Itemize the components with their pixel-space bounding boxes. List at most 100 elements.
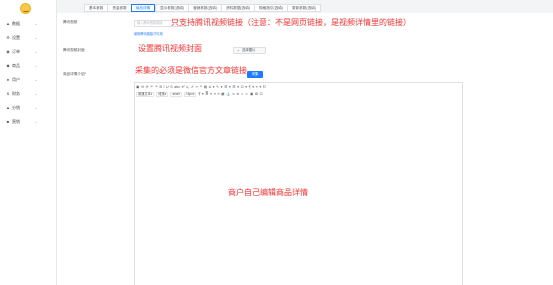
editor-toolbar-button[interactable]: ⟲ bbox=[141, 85, 144, 90]
tab-basic-params[interactable]: 基本参数 bbox=[84, 4, 108, 12]
editor-toolbar-button[interactable]: ⌂ bbox=[241, 92, 243, 97]
chevron-down-icon: ⌄ bbox=[34, 49, 38, 54]
product-icon: ◆ bbox=[6, 63, 10, 68]
editor-toolbar-button[interactable]: ▣ bbox=[136, 85, 139, 90]
cover-annotation: 设置腾讯视频封面 bbox=[138, 44, 202, 53]
font-size-select[interactable]: 16px▾ bbox=[183, 92, 197, 97]
tab-data-params[interactable]: 资料数据(选填) bbox=[221, 4, 255, 12]
video-annotation: 只支持腾讯视频链接（注意：不是网页链接，是视频详情里的链接） bbox=[171, 18, 411, 27]
avatar-face bbox=[23, 10, 29, 12]
finance-icon: $ bbox=[6, 91, 10, 96]
gear-icon: ⚙ bbox=[6, 35, 10, 40]
heading-select[interactable]: 普通文本▾ bbox=[136, 92, 155, 97]
upload-image-button[interactable]: + 选择图片 bbox=[233, 47, 266, 54]
sidebar-item-finance[interactable]: $ 财务 ⌄ bbox=[0, 87, 57, 101]
editor-toolbar-button[interactable]: ▾ bbox=[229, 85, 231, 90]
chevron-down-icon: ⌄ bbox=[34, 63, 38, 68]
sidebar-item-products[interactable]: ◆ 商品 ⌄ bbox=[0, 59, 57, 73]
editor-toolbar-button[interactable]: ▾ bbox=[213, 85, 215, 90]
tab-spec-guide[interactable]: 规格指引(选填) bbox=[254, 4, 287, 12]
sidebar-item-data[interactable]: ▲ 数据 ⌄ bbox=[0, 17, 57, 31]
editor-toolbar-button[interactable]: abc bbox=[174, 85, 180, 90]
editor-toolbar-row-2: 普通文本▾ 段落▾ arial▾ 16px▾ ¶ ▾ ≣ ≡ ≡ ≡ ▦ ⚓ ∞ ⊘ ⌂ ☺ ▣ ⊞ ⊡ bbox=[136, 91, 264, 98]
video-help-link[interactable]: 使用腾讯链接才可用 bbox=[134, 31, 163, 36]
editor-toolbar-button[interactable]: ¶ bbox=[249, 85, 251, 90]
editor-content-area[interactable]: ᵢ 商户自己编辑商品详情 bbox=[138, 101, 461, 284]
upload-button-label: 选择图片 bbox=[242, 48, 256, 52]
editor-toolbar-button[interactable]: ∞ bbox=[232, 92, 235, 97]
editor-toolbar-button[interactable]: ≡ bbox=[210, 92, 212, 97]
editor-toolbar-button[interactable]: ▾ bbox=[259, 85, 261, 90]
chart-icon: ▲ bbox=[6, 21, 10, 26]
collect-annotation: 采集的必须是微信官方文章链接 bbox=[135, 66, 247, 75]
editor-toolbar-button[interactable]: ⊞ bbox=[255, 92, 258, 97]
sidebar-item-settings[interactable]: ⚙ 设置 ⌄ bbox=[0, 31, 57, 45]
sidebar-item-label: 订单 bbox=[12, 49, 20, 54]
editor-toolbar-button[interactable]: ▾ bbox=[221, 85, 223, 90]
chevron-down-icon: ⌄ bbox=[34, 119, 38, 124]
editor-toolbar-button[interactable]: ⚓ bbox=[226, 92, 230, 97]
order-icon: ◉ bbox=[6, 49, 10, 54]
sidebar-item-label: 数据 bbox=[12, 21, 20, 26]
font-family-select[interactable]: arial▾ bbox=[170, 92, 182, 97]
editor-toolbar-button[interactable]: ¶ bbox=[198, 92, 200, 97]
editor-toolbar-button[interactable]: ▦ bbox=[221, 92, 224, 97]
main-content: 基本参数 资金参数 商品详情 显示参数(选填) 营销参数(选填) 资料数据(选填… bbox=[57, 0, 553, 285]
sidebar-item-label: 分销 bbox=[12, 105, 20, 110]
editor-toolbar-button[interactable]: ▾ bbox=[237, 85, 239, 90]
sidebar-item-label: 财务 bbox=[12, 91, 20, 96]
marketing-icon: ■ bbox=[6, 119, 10, 124]
chevron-down-icon: ⌄ bbox=[34, 35, 38, 40]
editor-toolbar-button[interactable]: ⊡ bbox=[241, 85, 244, 90]
editor-toolbar-button[interactable]: ≡ bbox=[214, 92, 216, 97]
editor-toolbar-button[interactable]: ✐ bbox=[191, 85, 194, 90]
editor-toolbar-button[interactable]: ☰ bbox=[224, 85, 227, 90]
paragraph-select[interactable]: 段落▾ bbox=[156, 92, 169, 97]
editor-toolbar-button[interactable]: x₂ bbox=[186, 85, 189, 90]
editor-toolbar-button[interactable]: ▾ bbox=[202, 92, 204, 97]
editor-annotation: 商户自己编辑商品详情 bbox=[228, 188, 308, 197]
editor-toolbar-button[interactable]: ✂ bbox=[196, 85, 199, 90]
sidebar-item-label: 用户 bbox=[12, 77, 20, 82]
editor-toolbar-button[interactable]: ❝ bbox=[200, 85, 202, 90]
editor-toolbar-button[interactable]: ✎ bbox=[216, 85, 219, 90]
sidebar-item-label: 设置 bbox=[12, 35, 20, 40]
editor-toolbar-button[interactable]: ⊡ bbox=[260, 92, 263, 97]
editor-toolbar-button[interactable]: ≡ bbox=[217, 92, 219, 97]
tab-display-params[interactable]: 显示参数(选填) bbox=[155, 4, 189, 12]
editor-toolbar-button[interactable]: x² bbox=[182, 85, 185, 90]
tab-fund-params[interactable]: 资金参数 bbox=[107, 4, 131, 12]
editor-toolbar-button[interactable]: ≣ bbox=[205, 92, 208, 97]
editor-toolbar-button[interactable]: ⊘ bbox=[236, 92, 239, 97]
editor-toolbar-button[interactable]: ▾ bbox=[252, 85, 254, 90]
chevron-down-icon: ⌄ bbox=[34, 91, 38, 96]
editor-toolbar-button[interactable]: ↶ bbox=[150, 85, 153, 90]
editor-toolbar-button[interactable]: ↷ bbox=[155, 85, 158, 90]
editor-toolbar-button[interactable]: ☷ bbox=[263, 85, 266, 90]
sidebar-item-distribution[interactable]: ▲ 分销 ⌄ bbox=[0, 101, 57, 115]
collect-button[interactable]: 采集 bbox=[247, 71, 263, 78]
avatar[interactable] bbox=[20, 3, 31, 14]
sidebar-item-users[interactable]: ● 用户 ⌄ bbox=[0, 73, 57, 87]
editor-toolbar-button[interactable]: ▣ bbox=[250, 92, 253, 97]
editor-toolbar-button[interactable]: A bbox=[209, 85, 211, 90]
sidebar-item-label: 商品 bbox=[12, 63, 20, 68]
sidebar-item-label: 营销 bbox=[12, 119, 20, 124]
tab-update-params[interactable]: 更新参数(选填) bbox=[287, 4, 321, 12]
editor-toolbar-button[interactable]: S bbox=[170, 85, 172, 90]
editor-toolbar-button[interactable]: ▤ bbox=[204, 85, 207, 90]
tab-marketing-params[interactable]: 营销参数(选填) bbox=[188, 4, 222, 12]
chevron-down-icon: ⌄ bbox=[34, 105, 38, 110]
editor-toolbar-button[interactable]: B bbox=[159, 85, 161, 90]
editor-toolbar-button[interactable]: ▾ bbox=[245, 85, 247, 90]
sidebar-item-marketing[interactable]: ■ 营销 ⌄ bbox=[0, 115, 57, 129]
tab-product-detail[interactable]: 商品详情 bbox=[130, 4, 156, 12]
editor-toolbar-button[interactable]: ⟳ bbox=[146, 85, 149, 90]
sidebar-item-orders[interactable]: ◉ 订单 ⌄ bbox=[0, 45, 57, 59]
editor-toolbar-button[interactable]: ☺ bbox=[245, 92, 249, 97]
editor-toolbar-button[interactable]: ☰ bbox=[232, 85, 235, 90]
editor-toolbar-button[interactable]: U bbox=[166, 85, 169, 90]
editor-toolbar-button[interactable]: ≡ bbox=[256, 85, 258, 90]
rich-text-editor: ▣ ⟲ ⟳ ↶ ↷ B I U Sabc x² x₂ ✐ ✂ ❝ ▤ A ▾ ✎ ▾ ☰ ▾ ☰ ▾ ⊡ ▾ ¶ ▾ ≡ ▾ ☷ 普通文本… bbox=[134, 82, 463, 285]
editor-toolbar-button[interactable]: I bbox=[163, 85, 164, 90]
